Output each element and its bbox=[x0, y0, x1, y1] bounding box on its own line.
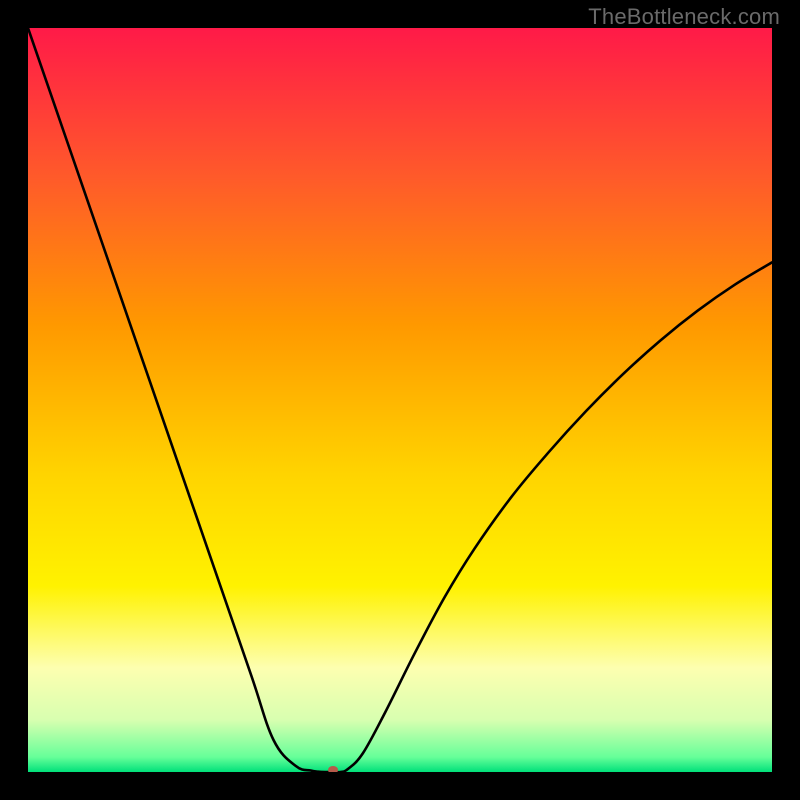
gradient-background bbox=[28, 28, 772, 772]
watermark-text: TheBottleneck.com bbox=[588, 4, 780, 30]
bottleneck-chart bbox=[28, 28, 772, 772]
chart-frame bbox=[28, 28, 772, 772]
